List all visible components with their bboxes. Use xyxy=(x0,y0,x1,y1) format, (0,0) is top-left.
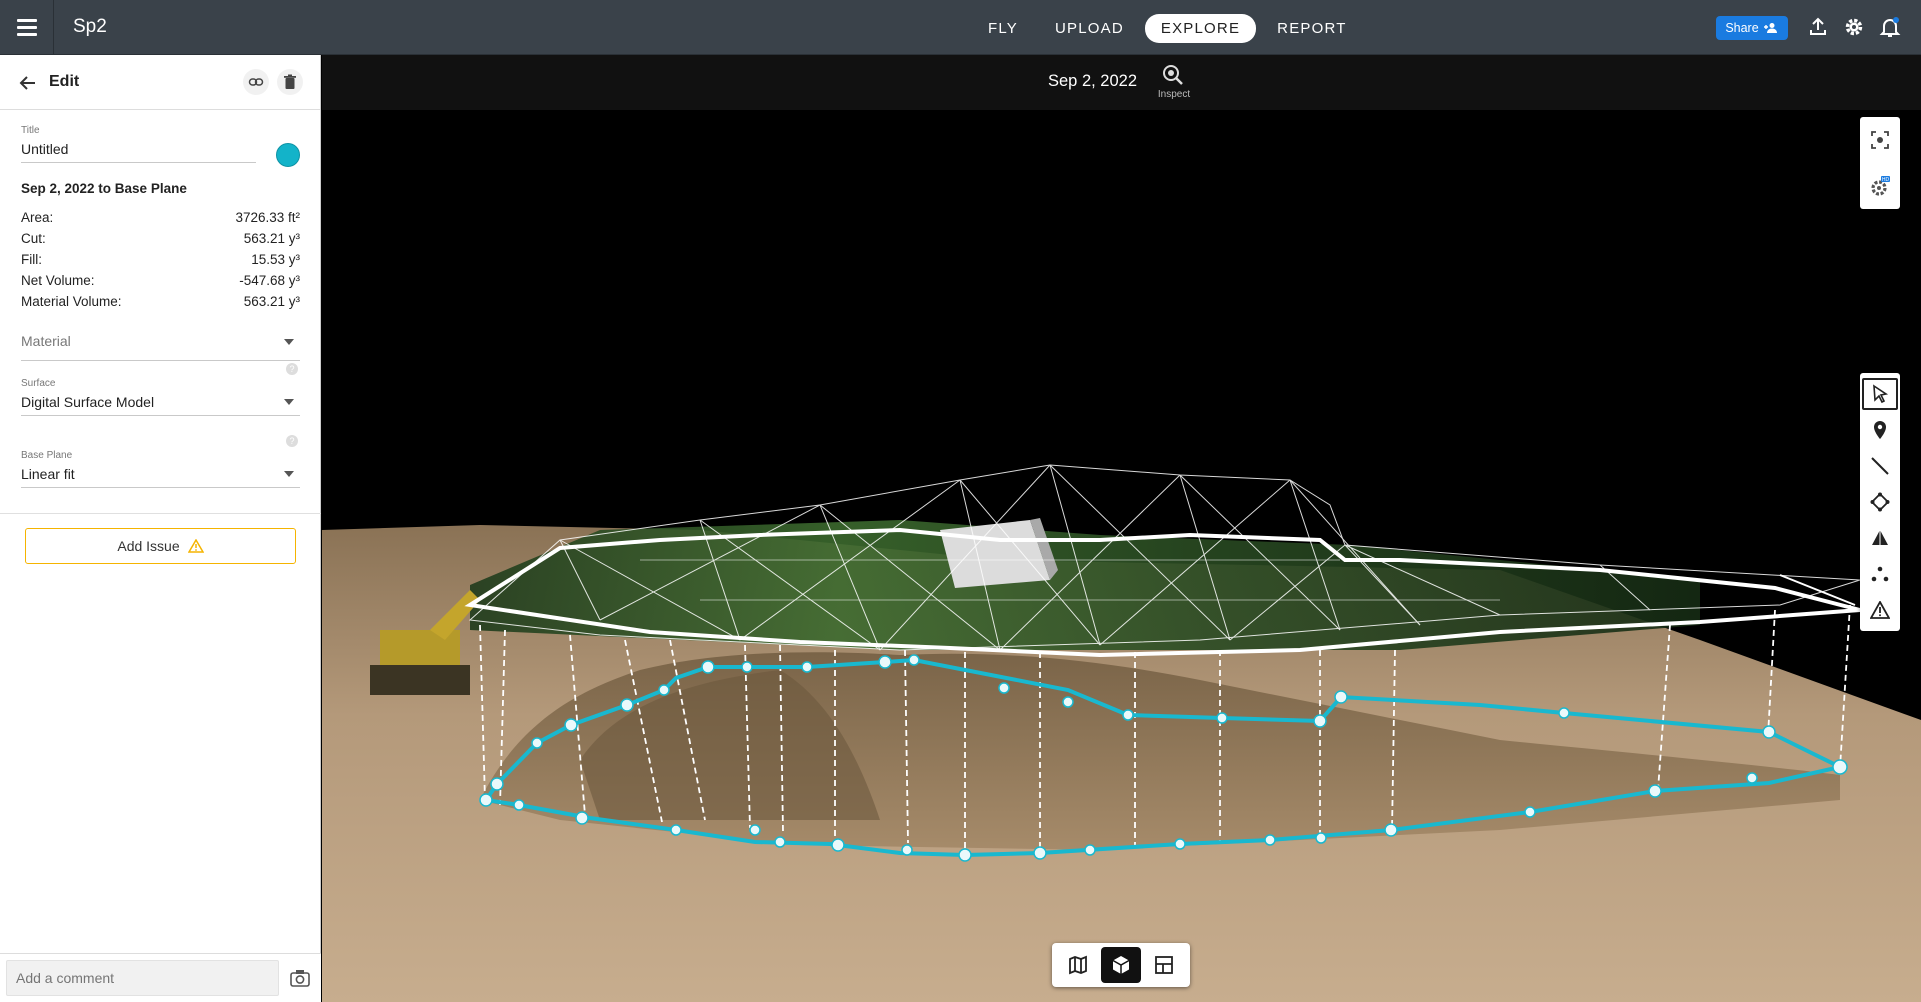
cube-icon xyxy=(1112,956,1130,974)
issue-tool[interactable] xyxy=(1860,592,1900,628)
title-input[interactable]: Untitled xyxy=(21,141,68,157)
chevron-down-icon xyxy=(284,339,294,345)
delete-button[interactable] xyxy=(277,69,303,95)
magnifier-icon xyxy=(1163,65,1183,85)
inspect-label: Inspect xyxy=(1157,89,1191,100)
points-tool[interactable] xyxy=(1860,556,1900,592)
surface-label: Surface xyxy=(21,378,56,389)
add-issue-button[interactable]: Add Issue xyxy=(25,528,296,564)
stat-label: Net Volume: xyxy=(21,273,95,288)
link-icon xyxy=(248,78,264,86)
title-underline xyxy=(21,162,256,163)
stat-value: 563.21 y³ xyxy=(243,294,300,309)
stat-value: 563.21 y³ xyxy=(243,231,300,246)
edit-panel: Edit Title Untitled Sep 2, 2022 to Base … xyxy=(0,55,321,1002)
top-bar: Sp2 FLY UPLOAD EXPLORE REPORT Share xyxy=(0,0,1921,55)
share-button[interactable]: Share xyxy=(1716,16,1788,40)
warning-icon xyxy=(1870,601,1890,619)
stat-value: 15.53 y³ xyxy=(251,252,300,267)
dots-icon xyxy=(1871,566,1889,582)
stat-label: Material Volume: xyxy=(21,294,122,309)
survey-date[interactable]: Sep 2, 2022 xyxy=(1048,72,1137,91)
stat-label: Fill: xyxy=(21,252,42,267)
link-button[interactable] xyxy=(243,69,269,95)
hd-badge: HD xyxy=(1882,177,1890,183)
base-plane-underline xyxy=(21,487,300,488)
camera-icon[interactable] xyxy=(290,969,310,987)
stat-value: -547.68 y³ xyxy=(239,273,300,288)
fit-view-button[interactable] xyxy=(1860,117,1900,163)
material-select[interactable]: Material xyxy=(21,333,300,361)
view-tools: HD xyxy=(1860,117,1900,209)
hd-settings-icon: HD xyxy=(1871,176,1890,196)
trash-icon xyxy=(284,74,296,89)
help-icon[interactable]: ? xyxy=(286,435,298,447)
warning-icon xyxy=(187,539,204,553)
menu-button[interactable] xyxy=(0,0,54,55)
panel-header: Edit xyxy=(0,55,320,110)
chevron-down-icon xyxy=(284,399,294,405)
divider xyxy=(0,513,321,514)
stat-material-volume: Material Volume: 563.21 y³ xyxy=(21,294,300,309)
base-plane-value: Linear fit xyxy=(21,466,75,482)
base-plane-select[interactable]: Linear fit xyxy=(21,466,300,486)
map-pin-icon xyxy=(1874,421,1886,439)
tab-explore[interactable]: EXPLORE xyxy=(1144,14,1257,43)
settings-icon[interactable] xyxy=(1842,15,1866,39)
stat-area: Area: 3726.33 ft² xyxy=(21,210,300,225)
surface-underline xyxy=(21,415,300,416)
terrain-scene xyxy=(322,464,1921,1002)
quality-settings-button[interactable]: HD xyxy=(1860,163,1900,209)
drawing-tools xyxy=(1860,373,1900,631)
share-label: Share xyxy=(1725,21,1759,35)
comment-area xyxy=(0,953,321,1002)
split-view-button[interactable] xyxy=(1144,947,1184,983)
cursor-icon xyxy=(1873,384,1889,404)
comparison-title: Sep 2, 2022 to Base Plane xyxy=(21,181,187,196)
material-underline xyxy=(21,360,300,361)
upload-icon[interactable] xyxy=(1806,15,1830,39)
select-tool[interactable] xyxy=(1860,376,1900,412)
line-tool[interactable] xyxy=(1860,448,1900,484)
marker-tool[interactable] xyxy=(1860,412,1900,448)
hamburger-icon xyxy=(16,17,37,38)
3d-viewport[interactable] xyxy=(322,55,1921,1002)
view-mode-switcher xyxy=(1052,943,1190,987)
tab-fly[interactable]: FLY xyxy=(972,14,1034,43)
add-people-icon xyxy=(1763,23,1777,33)
stat-fill: Fill: 15.53 y³ xyxy=(21,252,300,267)
2d-map-button[interactable] xyxy=(1058,947,1098,983)
tab-report[interactable]: REPORT xyxy=(1261,14,1362,43)
project-name: Sp2 xyxy=(73,16,107,37)
stat-cut: Cut: 563.21 y³ xyxy=(21,231,300,246)
title-label: Title xyxy=(21,125,40,136)
chevron-down-icon xyxy=(284,471,294,477)
stockpile-icon xyxy=(1872,530,1888,545)
surface-select[interactable]: Digital Surface Model xyxy=(21,394,300,414)
material-placeholder: Material xyxy=(21,333,71,349)
comment-input[interactable] xyxy=(6,960,279,996)
back-arrow-icon[interactable] xyxy=(18,73,38,93)
polygon-icon xyxy=(1870,492,1890,512)
help-icon[interactable]: ? xyxy=(286,363,298,375)
stat-label: Cut: xyxy=(21,231,46,246)
stat-label: Area: xyxy=(21,210,54,225)
notifications-icon[interactable] xyxy=(1878,15,1902,39)
volume-tool[interactable] xyxy=(1860,520,1900,556)
focus-icon xyxy=(1871,131,1889,149)
base-plane-label: Base Plane xyxy=(21,450,73,461)
stat-net-volume: Net Volume: -547.68 y³ xyxy=(21,273,300,288)
layout-icon xyxy=(1155,956,1174,974)
map-icon xyxy=(1068,955,1087,975)
polygon-tool[interactable] xyxy=(1860,484,1900,520)
add-issue-label: Add Issue xyxy=(117,538,180,554)
stat-value: 3726.33 ft² xyxy=(235,210,300,225)
3d-view-button[interactable] xyxy=(1100,947,1141,983)
panel-title: Edit xyxy=(49,73,80,90)
line-icon xyxy=(1871,457,1889,475)
tab-upload[interactable]: UPLOAD xyxy=(1039,14,1140,43)
color-picker[interactable] xyxy=(276,143,300,167)
surface-value: Digital Surface Model xyxy=(21,394,155,410)
main-nav: FLY UPLOAD EXPLORE REPORT xyxy=(972,14,1368,43)
